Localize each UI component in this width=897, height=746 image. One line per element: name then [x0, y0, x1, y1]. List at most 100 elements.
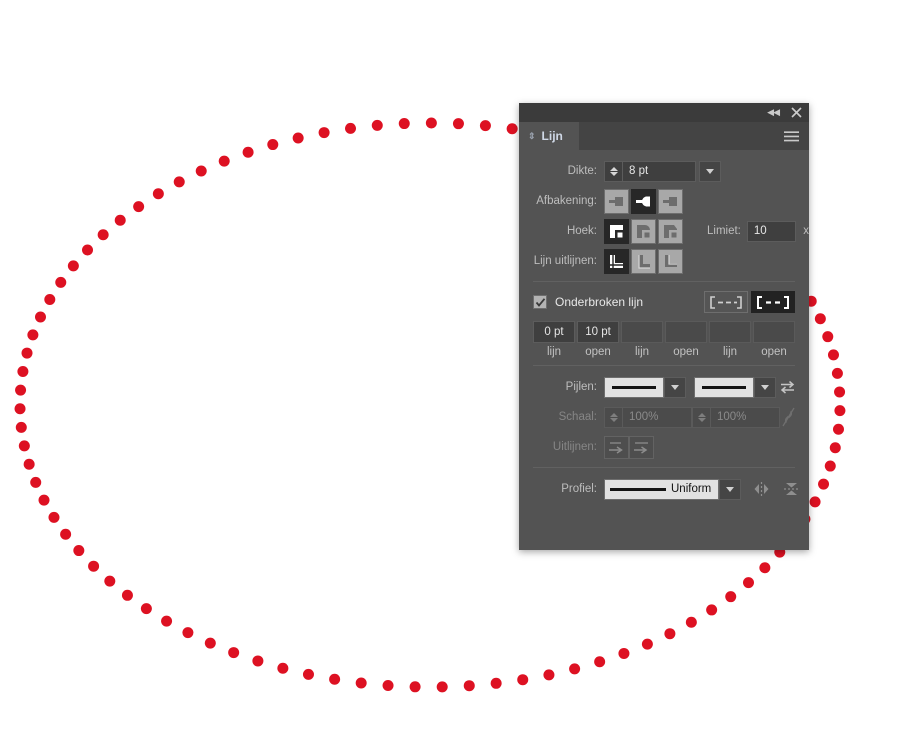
corner-button-group: [604, 218, 685, 244]
path-dot: [133, 201, 145, 213]
path-dot: [15, 421, 27, 433]
chevron-down-icon: [609, 171, 618, 176]
dash-caption-0: lijn: [546, 346, 562, 358]
dash-preserve-exact-lengths-button[interactable]: [704, 291, 748, 313]
extend-arrow-beyond-end-button[interactable]: [604, 435, 629, 459]
divider-3: [533, 467, 795, 468]
collapse-double-chevron-icon[interactable]: ◀◀: [767, 108, 780, 117]
dash-cell-1: 10 pt open: [577, 321, 619, 358]
swap-arrows-icon[interactable]: [779, 380, 796, 394]
place-arrow-at-end-button[interactable]: [629, 435, 654, 459]
path-dot: [759, 562, 771, 574]
cap-button-group: [604, 188, 685, 214]
dash-input-5[interactable]: [753, 321, 795, 343]
scale-label: Schaal:: [558, 411, 597, 423]
path-dot: [34, 311, 46, 323]
flip-horizontal-icon[interactable]: [752, 481, 771, 497]
broken-link-icon[interactable]: [780, 407, 797, 427]
close-icon[interactable]: [791, 107, 802, 118]
path-dot: [114, 214, 126, 226]
align-stroke-center-button[interactable]: [604, 248, 629, 274]
profile-dropdown-button[interactable]: [719, 478, 741, 500]
profile-value: Uniform: [671, 483, 712, 495]
path-dot: [228, 647, 240, 659]
miter-join-button[interactable]: [604, 218, 629, 244]
dash-adjust-to-fit-corners-button[interactable]: [751, 291, 795, 313]
dash-input-0[interactable]: 0 pt: [533, 321, 575, 343]
path-dot: [318, 127, 330, 139]
dashed-line-checkbox[interactable]: [533, 295, 547, 309]
weight-input[interactable]: 8 pt: [622, 160, 696, 182]
bevel-join-button[interactable]: [658, 218, 683, 244]
path-dot: [824, 460, 836, 472]
weight-dropdown-button[interactable]: [699, 160, 721, 182]
round-cap-button[interactable]: [631, 188, 656, 214]
arrow-end-select[interactable]: [694, 376, 754, 398]
weight-stepper[interactable]: [604, 160, 622, 182]
profile-select[interactable]: Uniform: [604, 478, 719, 500]
path-dot: [277, 662, 289, 674]
scale-start-input[interactable]: 100%: [622, 406, 692, 428]
dash-input-3[interactable]: [665, 321, 707, 343]
path-dot: [82, 244, 94, 256]
dash-input-4[interactable]: [709, 321, 751, 343]
dash-input-2[interactable]: [621, 321, 663, 343]
stroke-panel: ◀◀ ⇕ Lijn Dikte: 8 pt Afbakening: Hoek: …: [519, 103, 809, 550]
path-dot: [44, 293, 56, 305]
path-dot: [371, 119, 383, 131]
round-join-button[interactable]: [631, 218, 656, 244]
tab-lijn[interactable]: ⇕ Lijn: [519, 122, 579, 150]
hamburger-menu-icon[interactable]: [784, 122, 809, 150]
chevron-up-icon: [697, 412, 706, 417]
path-dot: [38, 494, 50, 506]
butt-cap-button[interactable]: [604, 188, 629, 214]
projecting-cap-button[interactable]: [658, 188, 683, 214]
arrow-none-preview-icon: [702, 385, 746, 389]
arrow-end-dropdown-button[interactable]: [754, 376, 776, 398]
miter-limit-input[interactable]: 10: [746, 220, 797, 242]
path-dot: [822, 331, 834, 343]
weight-control: 8 pt: [604, 160, 696, 182]
path-dot: [834, 405, 846, 417]
path-dot: [685, 616, 697, 628]
align-button-group: [604, 248, 685, 274]
arrows-label: Pijlen:: [565, 381, 597, 393]
path-dot: [204, 637, 216, 649]
extend-button-group: [604, 435, 654, 459]
path-dot: [827, 349, 839, 361]
chevron-down-icon: [761, 384, 769, 390]
path-dot: [834, 386, 846, 398]
path-dot: [67, 260, 79, 272]
path-dot: [569, 663, 581, 675]
scale-start-stepper[interactable]: [604, 406, 622, 428]
dash-input-1[interactable]: 10 pt: [577, 321, 619, 343]
dash-caption-3: open: [673, 346, 699, 358]
chevron-down-icon: [706, 168, 714, 174]
path-dot: [742, 577, 754, 589]
tab-label: Lijn: [541, 129, 563, 143]
path-dot: [594, 656, 606, 668]
extend-row: Uitlijnen:: [519, 434, 809, 460]
flip-vertical-icon[interactable]: [782, 481, 801, 497]
path-dot: [97, 229, 109, 241]
scale-end-stepper[interactable]: [692, 406, 710, 428]
path-dot: [479, 120, 491, 132]
align-label: Lijn uitlijnen:: [533, 255, 597, 267]
path-dot: [182, 627, 194, 639]
path-dot: [302, 668, 314, 680]
path-dot: [641, 638, 653, 650]
panel-titlebar: ◀◀: [519, 103, 809, 122]
align-stroke-inside-button[interactable]: [631, 248, 656, 274]
path-dot: [121, 589, 133, 601]
weight-row: Dikte: 8 pt: [519, 158, 809, 184]
path-dot: [27, 329, 39, 341]
arrow-start-select[interactable]: [604, 376, 664, 398]
path-dot: [21, 347, 33, 359]
path-dot: [809, 496, 821, 508]
path-dot: [140, 603, 152, 615]
scale-end-control: 100%: [692, 406, 780, 428]
path-dot: [242, 146, 254, 158]
arrow-start-dropdown-button[interactable]: [664, 376, 686, 398]
align-stroke-outside-button[interactable]: [658, 248, 683, 274]
scale-end-input[interactable]: 100%: [710, 406, 780, 428]
